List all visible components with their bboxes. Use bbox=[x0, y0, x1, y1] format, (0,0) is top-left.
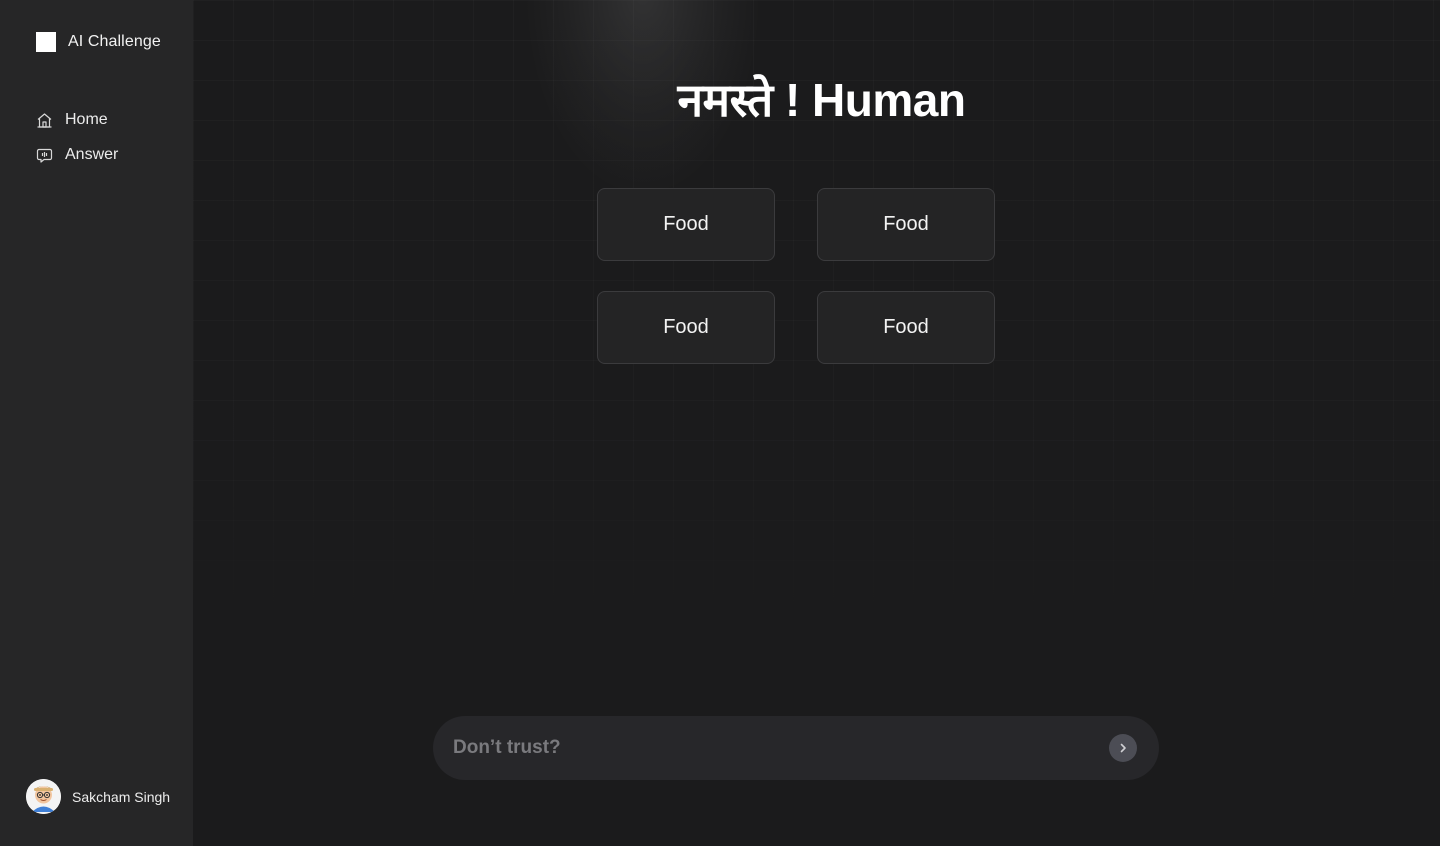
brand[interactable]: AI Challenge bbox=[36, 32, 161, 52]
sidebar: AI Challenge Home Answer Sakcham Singh bbox=[0, 0, 193, 846]
suggestion-card[interactable]: Food bbox=[597, 188, 775, 261]
user-profile[interactable]: Sakcham Singh bbox=[26, 779, 170, 814]
sidebar-nav: Home Answer bbox=[36, 108, 118, 178]
brand-name: AI Challenge bbox=[68, 33, 161, 50]
user-name: Sakcham Singh bbox=[72, 788, 171, 805]
chat-bubble-icon bbox=[36, 147, 53, 164]
sidebar-item-answer[interactable]: Answer bbox=[36, 143, 118, 167]
main-content: नमस्ते ! Human Food Food Food Food bbox=[193, 0, 1440, 846]
suggestion-card[interactable]: Food bbox=[817, 291, 995, 364]
chat-input-bar bbox=[433, 716, 1159, 780]
avatar-icon bbox=[26, 779, 61, 814]
suggestion-card[interactable]: Food bbox=[817, 188, 995, 261]
suggestion-cards: Food Food Food Food bbox=[597, 188, 995, 364]
chat-input[interactable] bbox=[453, 737, 1109, 759]
chevron-right-icon bbox=[1117, 742, 1129, 754]
square-logo-icon bbox=[36, 32, 56, 52]
sidebar-item-home[interactable]: Home bbox=[36, 108, 118, 132]
home-icon bbox=[36, 112, 53, 129]
sidebar-item-label: Answer bbox=[65, 146, 119, 163]
app-window: AI Challenge Home Answer Sakcham Singh न… bbox=[0, 0, 1440, 846]
suggestion-card[interactable]: Food bbox=[597, 291, 775, 364]
page-title: नमस्ते ! Human bbox=[677, 74, 966, 126]
send-button[interactable] bbox=[1109, 734, 1137, 762]
sidebar-item-label: Home bbox=[65, 111, 108, 128]
